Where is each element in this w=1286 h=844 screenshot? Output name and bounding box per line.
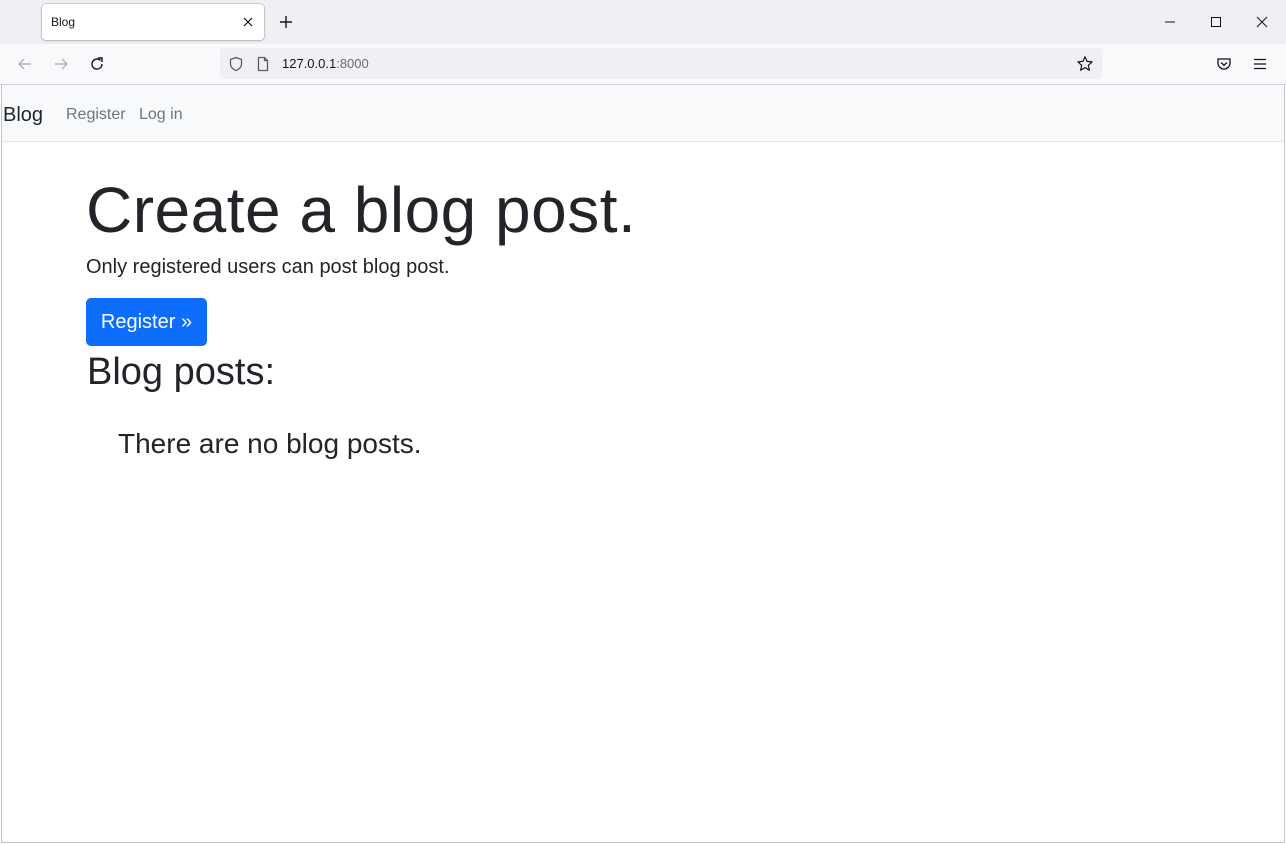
register-button[interactable]: Register » <box>86 298 207 346</box>
nav-link-register[interactable]: Register <box>66 106 126 124</box>
browser-tab-blog[interactable]: Blog <box>42 4 264 40</box>
address-bar[interactable]: 127.0.0.1:8000 <box>220 48 1102 79</box>
close-window-icon[interactable] <box>1252 12 1272 32</box>
maximize-window-icon[interactable] <box>1206 12 1226 32</box>
navbar-brand[interactable]: Blog <box>3 104 43 127</box>
close-tab-icon[interactable] <box>240 14 256 30</box>
browser-tab-strip: Blog <box>0 0 1286 44</box>
page-icon <box>254 55 272 73</box>
page-viewport: Blog Register Log in Create a blog post.… <box>1 85 1285 843</box>
shield-icon[interactable] <box>227 55 245 73</box>
browser-toolbar: 127.0.0.1:8000 <box>0 44 1286 85</box>
url-text[interactable]: 127.0.0.1:8000 <box>282 56 369 71</box>
forward-arrow-icon[interactable] <box>51 54 71 74</box>
site-navbar: Blog Register Log in <box>2 85 1284 142</box>
blog-posts-heading: Blog posts: <box>87 351 275 393</box>
nav-link-login[interactable]: Log in <box>139 106 183 124</box>
back-arrow-icon[interactable] <box>15 54 35 74</box>
no-posts-message: There are no blog posts. <box>118 428 422 459</box>
menu-hamburger-icon[interactable] <box>1250 54 1270 74</box>
pocket-icon[interactable] <box>1214 54 1234 74</box>
bookmark-star-icon[interactable] <box>1076 55 1094 73</box>
url-port: :8000 <box>336 56 369 71</box>
reload-icon[interactable] <box>87 54 107 74</box>
minimize-window-icon[interactable] <box>1160 12 1180 32</box>
page-title: Create a blog post. <box>86 174 637 246</box>
hero-lead-text: Only registered users can post blog post… <box>86 256 450 278</box>
new-tab-icon[interactable] <box>276 12 296 32</box>
tab-title: Blog <box>51 15 76 29</box>
url-host: 127.0.0.1 <box>282 56 337 71</box>
